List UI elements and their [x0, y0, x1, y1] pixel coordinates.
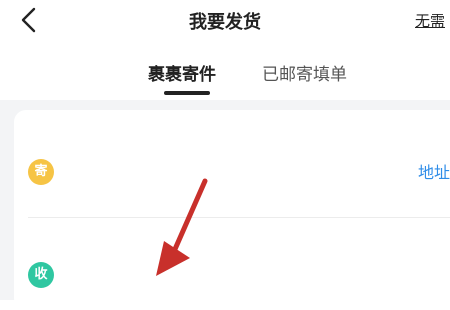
tab-mailed-form[interactable]: 已邮寄填单: [262, 60, 347, 85]
sender-row[interactable]: 寄 地址: [14, 142, 450, 202]
tab-bar: 裹裹寄件 已邮寄填单: [0, 54, 450, 100]
sender-badge: 寄: [28, 159, 54, 185]
top-bar: 我要发货 无需: [0, 0, 450, 42]
red-arrow-annotation: [156, 178, 208, 276]
tab-guoguo-send[interactable]: 裹裹寄件: [148, 60, 216, 85]
page-title: 我要发货: [189, 12, 261, 33]
divider: [28, 217, 450, 218]
address-book-link[interactable]: 地址: [418, 159, 450, 183]
receiver-row[interactable]: 收: [14, 238, 450, 298]
header-right-link[interactable]: 无需: [415, 10, 450, 31]
receiver-badge: 收: [28, 262, 54, 288]
content-area: 寄 地址 收: [0, 100, 450, 310]
active-tab-indicator: [164, 91, 210, 95]
address-card: 寄 地址 收: [14, 110, 450, 310]
